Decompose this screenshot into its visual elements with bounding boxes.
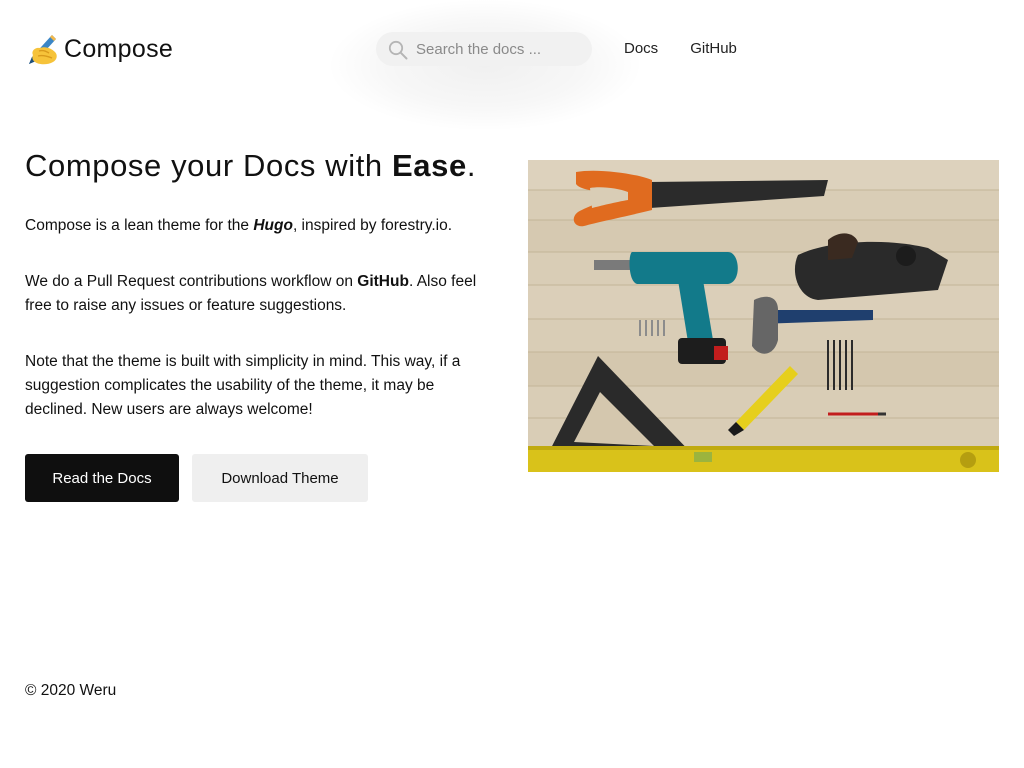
logo-text: Compose (64, 34, 174, 63)
note-paragraph: Note that the theme is built with simpli… (25, 353, 461, 418)
intro-text-end: , inspired by forestry.io. (292, 217, 453, 234)
main-nav: Docs GitHub (624, 39, 769, 59)
hero-title-prefix: Compose your Docs with (25, 148, 392, 183)
contribution-paragraph: We do a Pull Request contributions workf… (25, 270, 495, 318)
tools-photo (528, 160, 999, 472)
intro-text: Compose is a lean theme for the (25, 217, 254, 234)
search-icon (388, 40, 408, 60)
logo-link[interactable]: Compose (25, 30, 173, 68)
footer-copyright: © 2020 Weru (25, 682, 117, 699)
nav-item-docs[interactable]: Docs (624, 39, 658, 59)
intro-paragraph: Compose is a lean theme for the Hugo, in… (25, 214, 495, 238)
nav-item-github[interactable]: GitHub (690, 39, 737, 59)
site-header: Compose Docs GitHub (0, 0, 1024, 130)
search-input[interactable] (416, 32, 584, 66)
read-docs-button[interactable]: Read the Docs (25, 454, 179, 502)
tools-illustration (528, 160, 999, 472)
writing-hand-icon (29, 35, 57, 65)
github-link[interactable]: GitHub (357, 273, 409, 290)
hero-title-suffix: . (466, 148, 477, 183)
download-theme-button[interactable]: Download Theme (192, 454, 368, 502)
hero-title-emphasis: Ease (392, 148, 467, 183)
contribution-text: We do a Pull Request contributions workf… (25, 273, 358, 290)
hero-title: Compose your Docs with Ease. (25, 148, 476, 184)
hugo-link[interactable]: Hugo (253, 217, 293, 234)
page: Compose Docs GitHub Compose your Docs wi… (0, 0, 1024, 768)
search-box[interactable] (376, 32, 592, 66)
